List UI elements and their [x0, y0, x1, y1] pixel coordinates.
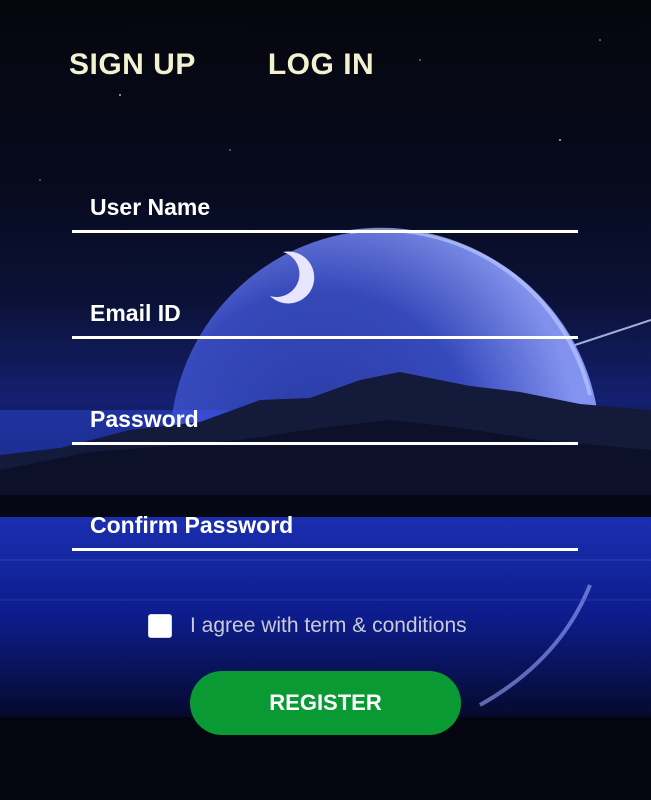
username-input[interactable] [72, 184, 578, 230]
signup-screen: SIGN UP LOG IN I agree with term & condi… [0, 0, 651, 800]
confirm-password-input[interactable] [72, 502, 578, 548]
confirm-password-field [72, 502, 578, 551]
register-button[interactable]: REGISTER [190, 671, 461, 735]
email-field [72, 290, 578, 339]
tab-sign-up[interactable]: SIGN UP [69, 48, 196, 82]
password-input[interactable] [72, 396, 578, 442]
terms-label: I agree with term & conditions [190, 614, 467, 637]
terms-checkbox[interactable] [148, 614, 172, 638]
username-field [72, 184, 578, 233]
auth-tabs: SIGN UP LOG IN [69, 48, 374, 82]
tab-log-in[interactable]: LOG IN [268, 48, 374, 82]
password-field [72, 396, 578, 445]
email-input[interactable] [72, 290, 578, 336]
terms-agreement: I agree with term & conditions [148, 614, 467, 638]
